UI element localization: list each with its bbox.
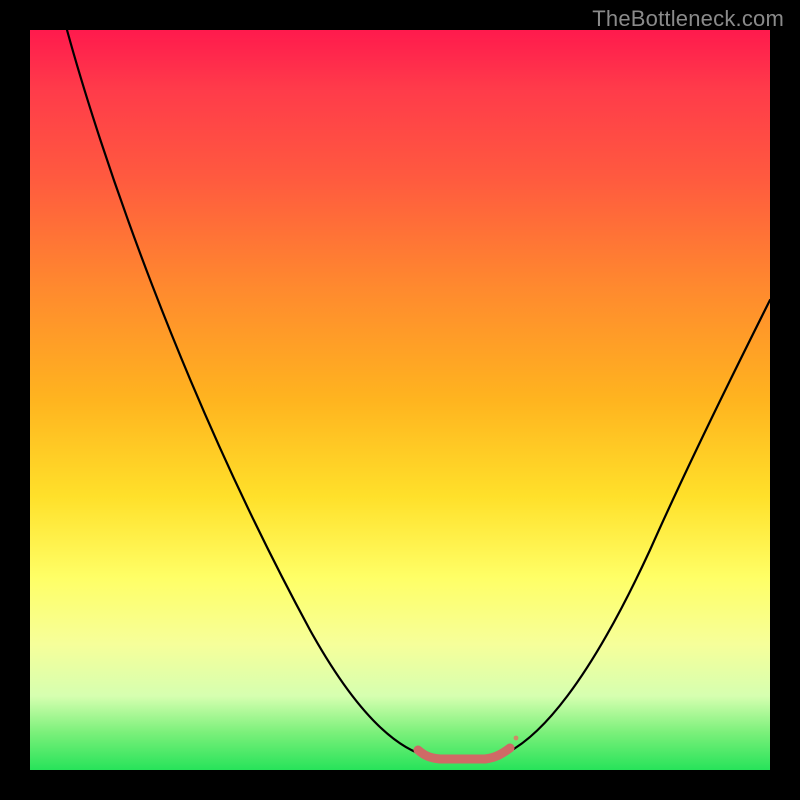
trough-marker: [418, 736, 518, 759]
plot-area: [30, 30, 770, 770]
attribution-label: TheBottleneck.com: [592, 6, 784, 32]
bottleneck-curve-svg: [30, 30, 770, 770]
chart-frame: TheBottleneck.com: [0, 0, 800, 800]
bottleneck-curve: [67, 30, 770, 758]
